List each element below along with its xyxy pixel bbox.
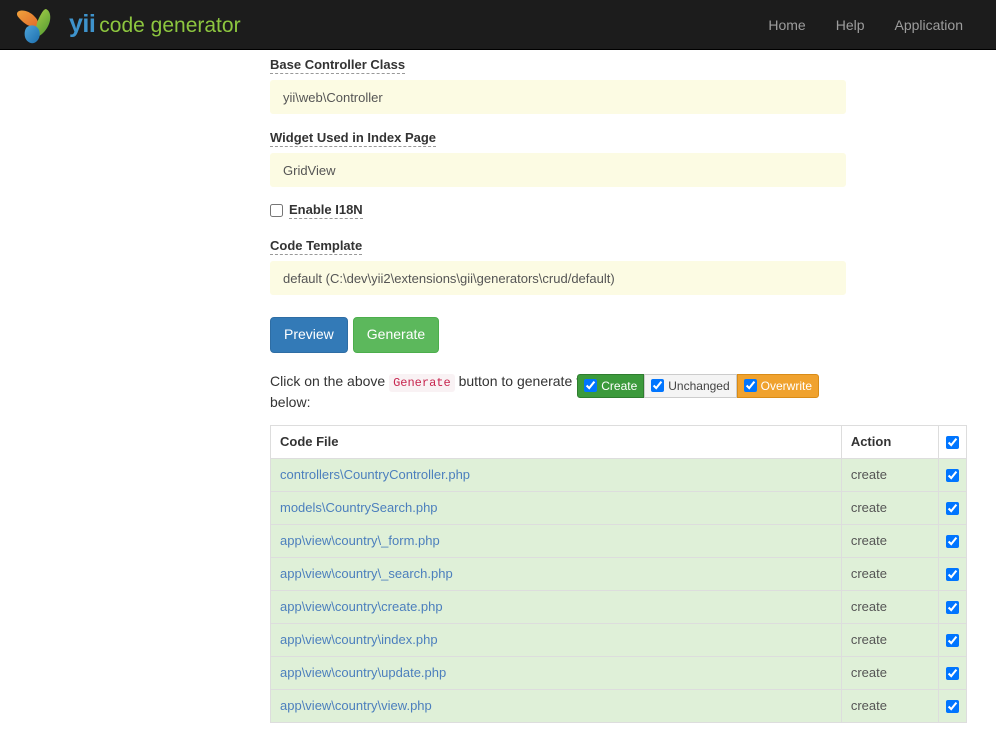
enable-i18n-checkbox-wrap[interactable]: Enable I18N [270,202,363,219]
legend-filter-create[interactable]: Create [577,374,644,398]
cell-row-select[interactable] [938,491,966,524]
input-base-controller-class[interactable] [270,80,846,114]
generate-button[interactable]: Generate [353,317,439,353]
table-row: controllers\CountryController.php create [271,458,967,491]
field-base-controller-class: Base Controller Class [270,56,846,114]
cell-code-file: controllers\CountryController.php [271,458,842,491]
nav-link-home[interactable]: Home [753,7,820,43]
cell-row-select[interactable] [938,656,966,689]
cell-code-file: app\view\country\view.php [271,689,842,722]
cell-action: create [841,557,938,590]
generator-form: Base Controller Class Widget Used in Ind… [270,56,846,723]
field-widget-used-in-index-page: Widget Used in Index Page [270,129,846,187]
column-header-select-all[interactable] [938,425,966,458]
checkbox-select-all[interactable] [946,436,959,449]
cell-row-select[interactable] [938,458,966,491]
checkbox-row-select[interactable] [946,535,959,548]
table-row: app\view\country\create.php create [271,590,967,623]
table-row: app\view\country\index.php create [271,623,967,656]
cell-code-file: app\view\country\update.php [271,656,842,689]
nav-link-help[interactable]: Help [821,7,880,43]
field-enable-i18n: Enable I18N [270,202,846,219]
checkbox-legend-create[interactable] [584,379,597,392]
cell-row-select[interactable] [938,689,966,722]
cell-code-file: app\view\country\_search.php [271,557,842,590]
legend-filter-overwrite[interactable]: Overwrite [737,374,819,398]
checkbox-row-select[interactable] [946,568,959,581]
cell-action: create [841,656,938,689]
checkbox-row-select[interactable] [946,667,959,680]
cell-code-file: models\CountrySearch.php [271,491,842,524]
table-row: app\view\country\view.php create [271,689,967,722]
status-legend: Create Unchanged Overwrite [577,374,819,398]
preview-button[interactable]: Preview [270,317,348,353]
checkbox-enable-i18n[interactable] [270,204,283,217]
checkbox-row-select[interactable] [946,601,959,614]
field-code-template: Code Template [270,237,846,295]
checkbox-row-select[interactable] [946,700,959,713]
input-widget-used-in-index-page[interactable] [270,153,846,187]
brand-text: yiicode generator [69,12,241,37]
table-row: app\view\country\_form.php create [271,524,967,557]
checkbox-row-select[interactable] [946,469,959,482]
input-code-template[interactable] [270,261,846,295]
code-file-link[interactable]: controllers\CountryController.php [280,467,470,482]
code-files-table: Code File Action controllers\CountryCont… [270,425,967,723]
checkbox-row-select[interactable] [946,502,959,515]
cell-row-select[interactable] [938,557,966,590]
column-header-action: Action [841,425,938,458]
cell-action: create [841,458,938,491]
table-head: Code File Action [271,425,967,458]
legend-filter-unchanged[interactable]: Unchanged [644,374,736,398]
table-row: app\view\country\update.php create [271,656,967,689]
label-enable-i18n: Enable I18N [289,202,363,219]
page-content: Base Controller Class Widget Used in Ind… [0,50,996,723]
cell-row-select[interactable] [938,623,966,656]
hint-before-text: Click on the above [270,373,385,389]
brand-name-yii: yii [69,10,95,38]
navbar-links: Home Help Application [753,7,978,43]
brand-logo-link[interactable]: yiicode generator [14,6,241,44]
cell-code-file: app\view\country\index.php [271,623,842,656]
legend-label-overwrite: Overwrite [761,379,812,393]
code-file-link[interactable]: app\view\country\update.php [280,665,446,680]
legend-label-unchanged: Unchanged [668,379,729,393]
cell-action: create [841,623,938,656]
checkbox-legend-unchanged[interactable] [651,379,664,392]
label-base-controller-class: Base Controller Class [270,57,405,74]
cell-action: create [841,689,938,722]
code-file-link[interactable]: app\view\country\index.php [280,632,438,647]
cell-row-select[interactable] [938,590,966,623]
brand-name-tagline: code generator [99,14,240,37]
checkbox-legend-overwrite[interactable] [744,379,757,392]
cell-action: create [841,491,938,524]
legend-label-create: Create [601,379,637,393]
yii-logo-icon [14,6,60,44]
code-file-link[interactable]: app\view\country\_search.php [280,566,453,581]
table-row: models\CountrySearch.php create [271,491,967,524]
hint-and-legend: Click on the above Generate button to ge… [270,371,846,415]
table-header-row: Code File Action [271,425,967,458]
top-navbar: yiicode generator Home Help Application [0,0,996,50]
cell-code-file: app\view\country\_form.php [271,524,842,557]
action-buttons: Preview Generate [270,317,846,353]
code-file-link[interactable]: app\view\country\create.php [280,599,443,614]
label-widget-used-in-index-page: Widget Used in Index Page [270,130,436,147]
column-header-code-file: Code File [271,425,842,458]
code-file-link[interactable]: app\view\country\view.php [280,698,432,713]
cell-action: create [841,590,938,623]
cell-action: create [841,524,938,557]
cell-code-file: app\view\country\create.php [271,590,842,623]
code-file-link[interactable]: models\CountrySearch.php [280,500,438,515]
nav-link-application[interactable]: Application [880,7,979,43]
cell-row-select[interactable] [938,524,966,557]
table-row: app\view\country\_search.php create [271,557,967,590]
table-body: controllers\CountryController.phpcreatem… [271,458,967,722]
code-file-link[interactable]: app\view\country\_form.php [280,533,440,548]
hint-inline-code: Generate [389,374,455,392]
checkbox-row-select[interactable] [946,634,959,647]
label-code-template: Code Template [270,238,362,255]
